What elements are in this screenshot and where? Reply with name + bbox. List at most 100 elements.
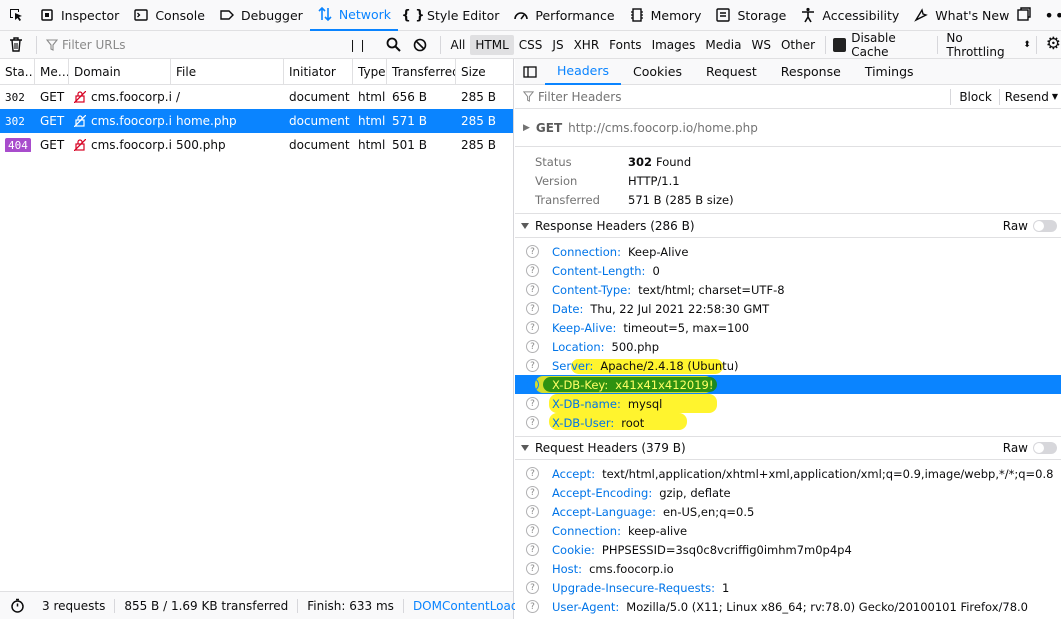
raw-toggle[interactable]: Raw [1003, 219, 1061, 233]
help-icon[interactable]: ? [526, 359, 539, 372]
throttling-label: No Throttling [946, 30, 1005, 59]
filter-type-css[interactable]: CSS [514, 35, 548, 55]
help-icon[interactable]: ? [526, 543, 539, 556]
help-icon[interactable]: ? [526, 562, 539, 575]
help-icon[interactable]: ? [526, 245, 539, 258]
column-status[interactable]: Sta… [0, 59, 35, 84]
header-row[interactable]: ? Accept-Encoding: gzip, deflate [515, 483, 1061, 502]
response-headers-section[interactable]: Response Headers (286 B) Raw [515, 214, 1061, 238]
header-row[interactable]: ? User-Agent: Mozilla/5.0 (X11; Linux x86_… [515, 597, 1061, 616]
network-icon [317, 6, 333, 22]
column-method[interactable]: Me… [35, 59, 69, 84]
help-icon[interactable]: ? [526, 321, 539, 334]
more-options-icon[interactable]: ••• [1044, 6, 1061, 25]
header-row[interactable]: ? Cookie: PHPSESSID=3sq0c8vcriffig0imhm7m0… [515, 540, 1061, 559]
throttling-select[interactable]: No Throttling ⬍ [946, 31, 1030, 59]
sidebar-toggle-icon[interactable] [515, 65, 545, 78]
tab-headers[interactable]: Headers [545, 59, 622, 85]
filter-type-fonts[interactable]: Fonts [604, 35, 646, 55]
filter-type-ws[interactable]: WS [746, 35, 775, 55]
filter-type-xhr[interactable]: XHR [569, 35, 605, 55]
tab-cookies[interactable]: Cookies [621, 59, 694, 85]
help-icon[interactable]: ? [526, 467, 539, 480]
help-icon[interactable]: ? [526, 283, 539, 296]
tab-style-editor[interactable]: { } Style Editor [398, 0, 506, 31]
search-icon[interactable] [386, 37, 401, 52]
tab-storage[interactable]: Storage [708, 0, 793, 31]
header-row[interactable]: ? Content-Type: text/html; charset=UTF-8 [515, 280, 1061, 299]
header-row[interactable]: ? Server: Apache/2.4.18 (Ubuntu) [515, 356, 1061, 375]
help-icon[interactable]: ? [526, 378, 539, 391]
filter-headers-input[interactable]: Filter Headers [538, 90, 621, 104]
header-row[interactable]: ? X-DB-User: root [515, 413, 1061, 432]
request-url-line[interactable]: ▶ GET http://cms.foocorp.io/home.php [515, 109, 1061, 147]
help-icon[interactable]: ? [526, 581, 539, 594]
header-name: Upgrade-Insecure-Requests: [552, 580, 715, 595]
block-button[interactable]: Block [955, 90, 995, 104]
filter-type-other[interactable]: Other [776, 35, 820, 55]
help-icon[interactable]: ? [526, 505, 539, 518]
disable-cache-checkbox[interactable]: Disable Cache [832, 31, 932, 59]
filter-type-js[interactable]: JS [547, 35, 568, 55]
filter-type-html[interactable]: HTML [470, 34, 514, 55]
help-icon[interactable]: ? [526, 302, 539, 315]
filter-urls-input[interactable]: Filter URLs [62, 38, 337, 52]
tab-performance[interactable]: Performance [506, 0, 621, 31]
header-row[interactable]: ? Location: 500.php [515, 337, 1061, 356]
divider [937, 35, 939, 54]
dock-icon[interactable] [1016, 6, 1032, 25]
element-picker-button[interactable] [0, 0, 32, 31]
help-icon[interactable]: ? [526, 340, 539, 353]
tab-response[interactable]: Response [769, 59, 853, 85]
tab-memory[interactable]: Memory [622, 0, 709, 31]
header-row[interactable]: ? Connection: keep-alive [515, 521, 1061, 540]
table-row[interactable]: 404 GET cms.foocorp.io 500.php document … [0, 133, 513, 157]
type: html [358, 114, 386, 128]
header-row[interactable]: ? Date: Thu, 22 Jul 2021 22:58:30 GMT [515, 299, 1061, 318]
tab-accessibility[interactable]: Accessibility [793, 0, 906, 31]
block-icon[interactable] [413, 38, 427, 52]
help-icon[interactable]: ? [526, 264, 539, 277]
tab-console[interactable]: Console [126, 0, 212, 31]
help-icon[interactable]: ? [526, 600, 539, 613]
settings-gear-icon[interactable]: ⚙ [1046, 36, 1061, 53]
help-icon[interactable]: ? [526, 524, 539, 537]
header-name: Location: [552, 339, 605, 354]
filter-type-media[interactable]: Media [700, 35, 746, 55]
table-row[interactable]: 302 GET cms.foocorp.io home.php document… [0, 109, 513, 133]
tab-whats-new[interactable]: What's New [906, 0, 1016, 31]
help-icon[interactable]: ? [526, 397, 539, 410]
header-row[interactable]: ? Accept-Language: en-US,en;q=0.5 [515, 502, 1061, 521]
header-row[interactable]: ? Connection: Keep-Alive [515, 242, 1061, 261]
table-row[interactable]: 302 GET cms.foocorp.io / document html 6… [0, 85, 513, 109]
pause-icon[interactable]: ❘❘ [347, 38, 367, 52]
response-summary: Status 302 Found Version HTTP/1.1 Transf… [515, 147, 1061, 214]
help-icon[interactable]: ? [526, 416, 539, 429]
header-row[interactable]: ? Host: cms.foocorp.io [515, 559, 1061, 578]
filter-type-all[interactable]: All [446, 35, 471, 55]
header-row[interactable]: ? Keep-Alive: timeout=5, max=100 [515, 318, 1061, 337]
tab-request[interactable]: Request [694, 59, 769, 85]
trash-icon[interactable] [9, 37, 23, 52]
header-row[interactable]: ? X-DB-Key: x41x41x412019! [515, 375, 1061, 394]
stopwatch-icon[interactable] [0, 598, 33, 613]
tab-timings[interactable]: Timings [853, 59, 926, 85]
column-type[interactable]: Type [353, 59, 387, 84]
resend-button[interactable]: Resend ▼ [1003, 90, 1061, 104]
tab-network[interactable]: Network [309, 0, 399, 31]
column-size[interactable]: Size [456, 59, 513, 84]
column-domain[interactable]: Domain [69, 59, 171, 84]
column-file[interactable]: File [171, 59, 284, 84]
header-row[interactable]: ? Content-Length: 0 [515, 261, 1061, 280]
tab-debugger[interactable]: Debugger [212, 0, 310, 31]
filter-type-images[interactable]: Images [647, 35, 701, 55]
header-row[interactable]: ? X-DB-name: mysql [515, 394, 1061, 413]
tab-inspector[interactable]: Inspector [32, 0, 126, 31]
request-headers-section[interactable]: Request Headers (379 B) Raw [515, 436, 1061, 460]
help-icon[interactable]: ? [526, 486, 539, 499]
header-row[interactable]: ? Upgrade-Insecure-Requests: 1 [515, 578, 1061, 597]
column-transferred[interactable]: Transferred [387, 59, 456, 84]
column-initiator[interactable]: Initiator [284, 59, 353, 84]
raw-toggle[interactable]: Raw [1003, 441, 1061, 455]
header-row[interactable]: ? Accept: text/html,application/xhtml+xml,… [515, 464, 1061, 483]
